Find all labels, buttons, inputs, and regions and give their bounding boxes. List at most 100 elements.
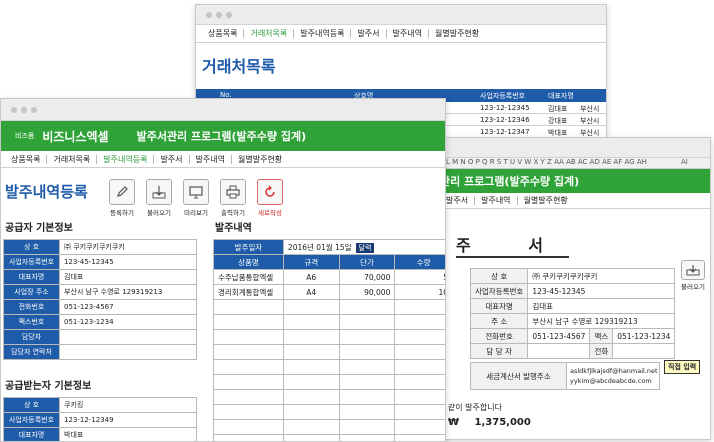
order-cell-price[interactable]: 90,000 [338, 284, 396, 300]
order-cell-qty[interactable]: 5 [394, 269, 445, 285]
tax-email-1[interactable]: asldkfjlkajsdf@hanmail.net [570, 366, 658, 376]
mid-field-value[interactable]: 051-123-1234 [612, 328, 676, 344]
front-nav-item[interactable]: 월별발주현황 [232, 155, 288, 164]
supplier-field-value[interactable]: 123-45-12345 [59, 254, 197, 270]
order-cell-empty[interactable] [394, 374, 445, 390]
order-cell-empty[interactable] [394, 389, 445, 405]
order-cell-empty[interactable] [394, 299, 445, 315]
receiver-field-value[interactable]: 박대표 [59, 427, 197, 441]
mid-field-value[interactable]: 부산시 남구 수영로 129319213 [527, 313, 676, 329]
supplier-field-value[interactable]: ㈜ 쿠키쿠키쿠키쿠키 [59, 239, 197, 255]
order-cell-empty[interactable] [338, 314, 396, 330]
order-row-empty[interactable] [213, 434, 445, 441]
order-cell-price[interactable]: 70,000 [338, 269, 396, 285]
order-cell-empty[interactable] [213, 434, 284, 441]
supplier-field-value[interactable] [59, 344, 197, 360]
new-button[interactable]: 새로작성 [255, 179, 285, 217]
order-cell-empty[interactable] [282, 329, 340, 345]
order-cell-empty[interactable] [338, 404, 396, 420]
window-control-dot[interactable] [21, 107, 27, 113]
order-cell-spec[interactable]: A4 [282, 284, 340, 300]
order-cell-empty[interactable] [213, 404, 284, 420]
back-nav-item[interactable]: 월별발주현황 [429, 29, 485, 38]
order-cell-empty[interactable] [394, 344, 445, 360]
order-cell-empty[interactable] [282, 404, 340, 420]
order-cell-name[interactable]: 수주납품통합엑셀 [213, 269, 284, 285]
order-row-empty[interactable] [213, 404, 445, 420]
order-row-empty[interactable] [213, 359, 445, 375]
order-cell-empty[interactable] [213, 314, 284, 330]
supplier-field-value[interactable]: 051-123-1234 [59, 314, 197, 330]
order-cell-empty[interactable] [213, 419, 284, 435]
order-cell-empty[interactable] [282, 374, 340, 390]
order-cell-empty[interactable] [282, 419, 340, 435]
order-cell-empty[interactable] [394, 314, 445, 330]
back-nav-item[interactable]: 상품목록 [202, 29, 245, 38]
order-cell-empty[interactable] [282, 434, 340, 441]
order-cell-empty[interactable] [213, 329, 284, 345]
order-cell-empty[interactable] [338, 299, 396, 315]
back-nav-item[interactable]: 발주내역 [387, 29, 429, 38]
front-nav-item[interactable]: 거래처목록 [47, 154, 98, 164]
order-cell-empty[interactable] [394, 419, 445, 435]
mid-field-value[interactable] [612, 343, 676, 359]
window-control-dot[interactable] [11, 107, 17, 113]
order-date-value[interactable]: 2016년 01월 15일 달력 [282, 239, 445, 255]
toolbar-button[interactable]: 미리보기 [181, 179, 211, 217]
order-cell-empty[interactable] [282, 344, 340, 360]
order-cell-empty[interactable] [282, 299, 340, 315]
order-row-empty[interactable] [213, 329, 445, 345]
order-cell-empty[interactable] [338, 344, 396, 360]
order-row[interactable]: 수주납품통합엑셀A670,0005 [213, 269, 445, 285]
order-cell-empty[interactable] [394, 434, 445, 441]
window-control-dot[interactable] [31, 107, 37, 113]
order-cell-qty[interactable]: 10 [394, 284, 445, 300]
order-cell-empty[interactable] [213, 359, 284, 375]
order-cell-empty[interactable] [213, 344, 284, 360]
order-cell-empty[interactable] [338, 329, 396, 345]
toolbar-button[interactable]: 등록하기 [107, 179, 137, 217]
order-cell-empty[interactable] [338, 374, 396, 390]
back-nav-item[interactable]: 거래처목록 [244, 29, 295, 38]
receiver-field-value[interactable]: 쿠키킹 [59, 397, 197, 413]
order-cell-empty[interactable] [213, 299, 284, 315]
mid-nav-item[interactable]: 발주내역 [475, 196, 518, 205]
window-control-dot[interactable] [226, 12, 232, 18]
window-control-dot[interactable] [206, 12, 212, 18]
order-cell-empty[interactable] [394, 359, 445, 375]
order-cell-empty[interactable] [338, 434, 396, 441]
mid-nav-item[interactable]: 월별발주현황 [518, 196, 574, 205]
order-row-empty[interactable] [213, 344, 445, 360]
mid-field-value[interactable]: 051-123-4567 [527, 328, 591, 344]
supplier-field-value[interactable]: 051-123-4567 [59, 299, 197, 315]
front-nav-item[interactable]: 발주내역등록 [97, 154, 155, 164]
order-row-empty[interactable] [213, 374, 445, 390]
order-cell-empty[interactable] [282, 314, 340, 330]
order-row-empty[interactable] [213, 314, 445, 330]
receiver-field-value[interactable]: 123-12-12349 [59, 412, 197, 428]
order-cell-empty[interactable] [282, 389, 340, 405]
order-row-empty[interactable] [213, 299, 445, 315]
back-nav-item[interactable]: 발주내역등록 [294, 29, 352, 38]
order-row[interactable]: 경리회계통합엑셀A490,00010 [213, 284, 445, 300]
order-cell-name[interactable]: 경리회계통합엑셀 [213, 284, 284, 300]
order-cell-empty[interactable] [213, 389, 284, 405]
back-nav-item[interactable]: 발주서 [351, 29, 387, 38]
calendar-button[interactable]: 달력 [355, 242, 375, 253]
toolbar-button[interactable]: 출력하기 [218, 179, 248, 217]
load-button[interactable]: 불러오기 [678, 260, 708, 291]
order-cell-spec[interactable]: A6 [282, 269, 340, 285]
mid-field-value[interactable]: 김대표 [527, 298, 676, 314]
order-cell-empty[interactable] [338, 419, 396, 435]
window-control-dot[interactable] [216, 12, 222, 18]
tax-email-2[interactable]: yykim@abcdeabcde.com [570, 376, 658, 386]
order-cell-empty[interactable] [394, 329, 445, 345]
front-nav-item[interactable]: 발주내역 [190, 154, 232, 164]
order-cell-empty[interactable] [338, 389, 396, 405]
supplier-field-value[interactable]: 김대표 [59, 269, 197, 285]
front-nav-item[interactable]: 발주서 [154, 154, 190, 164]
order-cell-empty[interactable] [213, 374, 284, 390]
toolbar-button[interactable]: 불러오기 [144, 179, 174, 217]
order-cell-empty[interactable] [282, 359, 340, 375]
mid-field-value[interactable] [527, 343, 591, 359]
